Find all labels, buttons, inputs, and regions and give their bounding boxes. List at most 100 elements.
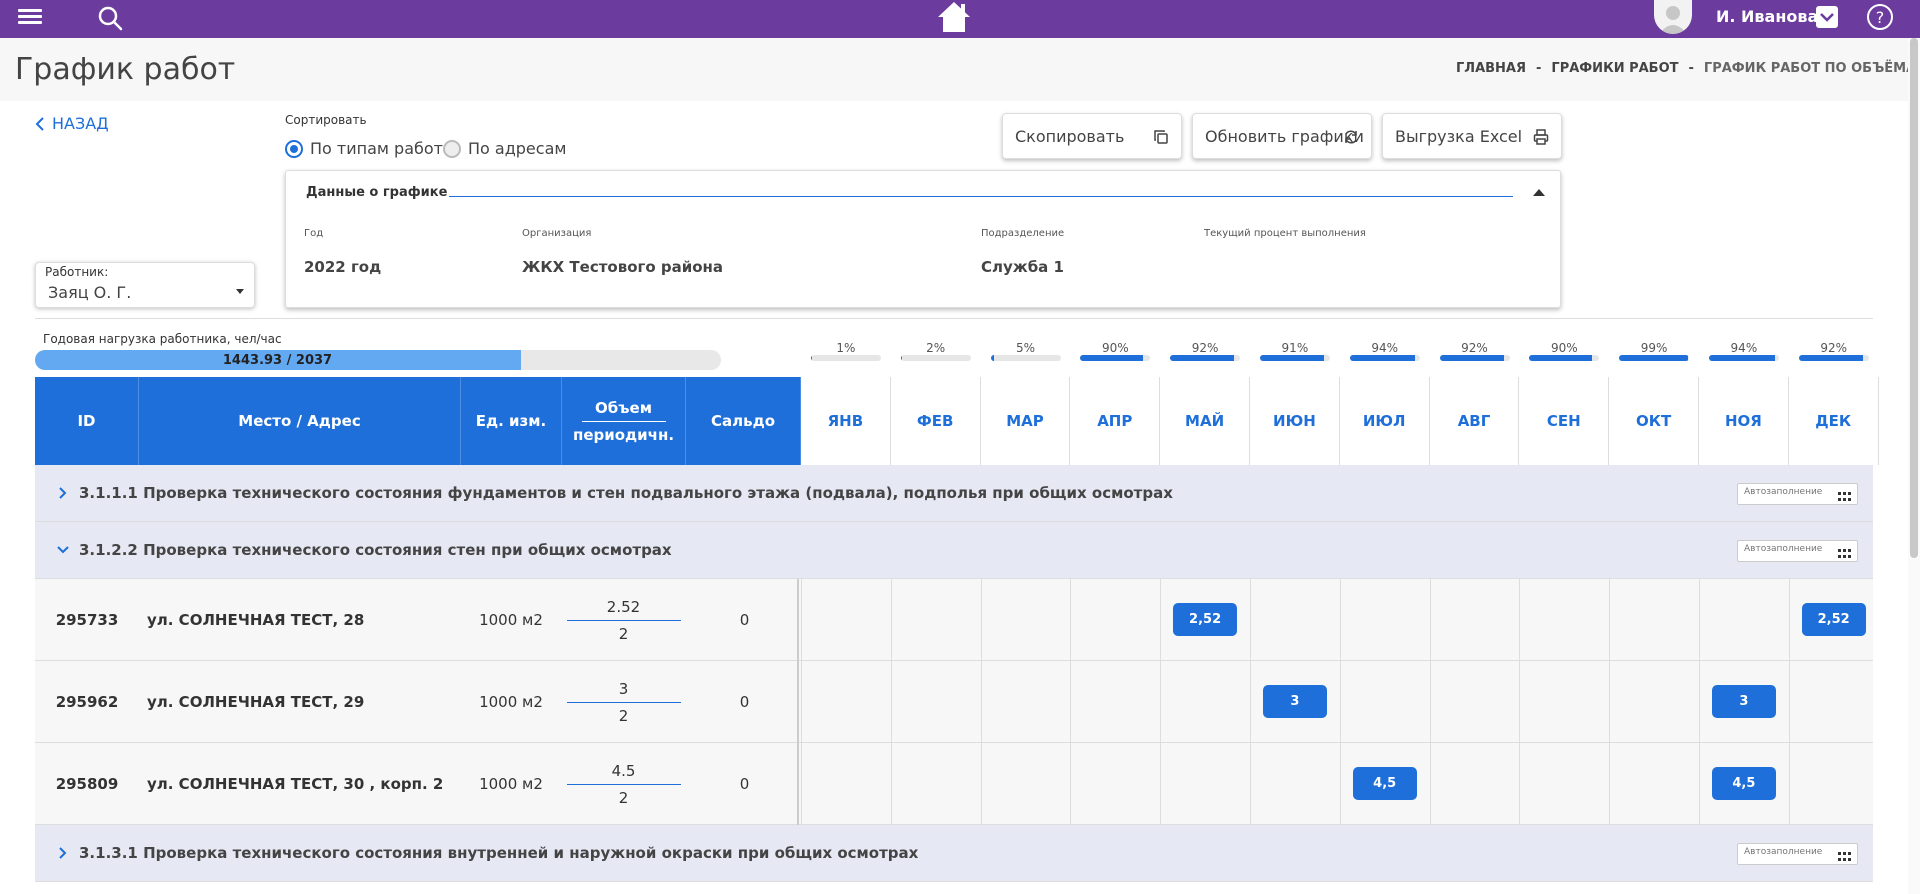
month-cell[interactable]	[1519, 661, 1609, 743]
export-excel-button[interactable]: Выгрузка Excel	[1382, 113, 1562, 159]
top-bar: И. Иванова ?	[0, 0, 1920, 38]
group-title: 3.1.3.1 Проверка технического состояния …	[79, 844, 919, 862]
chevron-right-icon[interactable]	[55, 485, 71, 501]
month-cell[interactable]	[980, 661, 1071, 743]
chevron-right-icon[interactable]	[55, 845, 71, 861]
month-cell[interactable]	[1339, 579, 1430, 661]
autofill-input[interactable]	[1744, 544, 1834, 554]
svg-text:?: ?	[1876, 8, 1885, 27]
month-cell[interactable]	[1250, 743, 1340, 825]
group-row[interactable]: 3.1.2.2 Проверка технического состояния …	[35, 522, 1873, 579]
month-percent-fill	[1529, 355, 1593, 361]
volume-badge[interactable]: 3	[1262, 685, 1327, 718]
month-percent-fill	[1349, 355, 1416, 361]
month-percent-label: 90%	[1550, 341, 1578, 355]
month-percent-bar	[810, 355, 881, 361]
grid-icon[interactable]	[1838, 848, 1852, 861]
month-cell[interactable]	[801, 661, 891, 743]
month-cell[interactable]	[980, 743, 1071, 825]
menu-icon[interactable]	[18, 6, 42, 28]
copy-button[interactable]: Скопировать	[1002, 113, 1182, 159]
table-row: 295809 ул. СОЛНЕЧНАЯ ТЕСТ, 30 , корп. 2 10…	[35, 743, 1873, 825]
chevron-down-icon[interactable]	[1816, 6, 1838, 28]
avatar[interactable]	[1654, 0, 1692, 34]
month-cell[interactable]	[890, 743, 981, 825]
month-cell[interactable]	[1429, 661, 1520, 743]
autofill-input[interactable]	[1744, 487, 1834, 497]
grid-icon[interactable]	[1838, 488, 1852, 501]
month-cell[interactable]	[1160, 743, 1250, 825]
help-icon[interactable]: ?	[1866, 3, 1894, 31]
breadcrumb-home[interactable]: ГЛАВНАЯ	[1456, 61, 1526, 76]
column-header-month: МАР	[980, 377, 1071, 465]
month-cell[interactable]	[890, 661, 981, 743]
column-header-month: ОКТ	[1609, 377, 1699, 465]
volume-badge[interactable]: 3	[1711, 685, 1776, 718]
month-cell[interactable]	[1609, 661, 1699, 743]
month-cell[interactable]	[1070, 579, 1160, 661]
back-button[interactable]: НАЗАД	[34, 114, 109, 133]
copy-button-label: Скопировать	[1015, 126, 1125, 146]
month-cell[interactable]	[1070, 661, 1160, 743]
back-label: НАЗАД	[52, 114, 109, 133]
annual-load-label: Годовая нагрузка работника, чел/час	[43, 332, 282, 346]
month-percent-bar	[900, 355, 971, 361]
month-cell[interactable]	[1609, 743, 1699, 825]
month-percent-label: 2%	[926, 341, 946, 355]
month-cell[interactable]	[1788, 743, 1879, 825]
month-cell[interactable]	[890, 579, 981, 661]
month-cell[interactable]	[1429, 579, 1520, 661]
autofill-field[interactable]	[1737, 483, 1858, 505]
column-header-month: ИЮН	[1250, 377, 1340, 465]
sort-by-type-radio[interactable]: По типам работ	[285, 139, 443, 158]
month-cell[interactable]	[1519, 743, 1609, 825]
month-cell[interactable]	[1160, 661, 1250, 743]
volume-badge[interactable]: 4,5	[1352, 767, 1417, 800]
grid-icon[interactable]	[1838, 545, 1852, 558]
month-cell[interactable]	[1250, 579, 1340, 661]
month-cell[interactable]	[801, 579, 891, 661]
month-cell[interactable]	[801, 743, 891, 825]
month-percent-bar	[1619, 355, 1690, 361]
autofill-field[interactable]	[1737, 540, 1858, 562]
column-header-month: АПР	[1070, 377, 1161, 465]
autofill-input[interactable]	[1744, 847, 1834, 857]
sort-option-label: По типам работ	[310, 139, 443, 158]
month-percent-fill	[1170, 355, 1235, 361]
month-cell[interactable]	[1429, 743, 1520, 825]
row-period-value: 2	[618, 624, 629, 643]
user-name[interactable]: И. Иванова	[1716, 7, 1818, 26]
volume-badge[interactable]: 2,52	[1801, 603, 1866, 636]
month-cell[interactable]	[1339, 661, 1430, 743]
month-cell[interactable]	[1070, 743, 1160, 825]
month-percent-fill	[1080, 355, 1144, 361]
year-value: 2022 год	[304, 258, 382, 276]
refresh-schedules-button[interactable]: Обновить графики	[1192, 113, 1372, 159]
refresh-icon	[1345, 130, 1357, 144]
month-cell[interactable]	[1788, 661, 1879, 743]
month-cell[interactable]	[1519, 579, 1609, 661]
group-row[interactable]: 3.1.3.1 Проверка технического состояния …	[35, 825, 1873, 882]
sort-by-address-radio[interactable]: По адресам	[443, 139, 566, 158]
radio-unchecked-icon	[443, 139, 461, 158]
group-row[interactable]: 3.1.1.1 Проверка технического состояния …	[35, 465, 1873, 522]
breadcrumb: ГЛАВНАЯ - ГРАФИКИ РАБОТ - ГРАФИК РАБОТ ПО ОБ…	[1456, 61, 1920, 76]
month-percent-bar	[1349, 355, 1420, 361]
volume-badge[interactable]: 2,52	[1173, 603, 1238, 636]
chevron-down-icon[interactable]	[55, 542, 71, 558]
worker-select[interactable]: Работник: Заяц О. Г.	[35, 262, 255, 308]
organization-label: Организация	[522, 228, 592, 239]
collapse-caret-icon[interactable]	[1533, 189, 1545, 196]
home-icon[interactable]	[936, 0, 972, 34]
volume-badge[interactable]: 4,5	[1711, 767, 1776, 800]
scrollbar-thumb[interactable]	[1910, 38, 1918, 558]
month-cell[interactable]	[980, 579, 1071, 661]
breadcrumb-schedules[interactable]: ГРАФИКИ РАБОТ	[1551, 61, 1678, 76]
row-id: 295733	[55, 611, 119, 629]
search-icon[interactable]	[96, 4, 124, 32]
refresh-button-label: Обновить графики	[1205, 126, 1364, 146]
month-percent-bar	[1080, 355, 1151, 361]
autofill-field[interactable]	[1737, 843, 1858, 865]
month-cell[interactable]	[1609, 579, 1699, 661]
month-cell[interactable]	[1699, 579, 1789, 661]
